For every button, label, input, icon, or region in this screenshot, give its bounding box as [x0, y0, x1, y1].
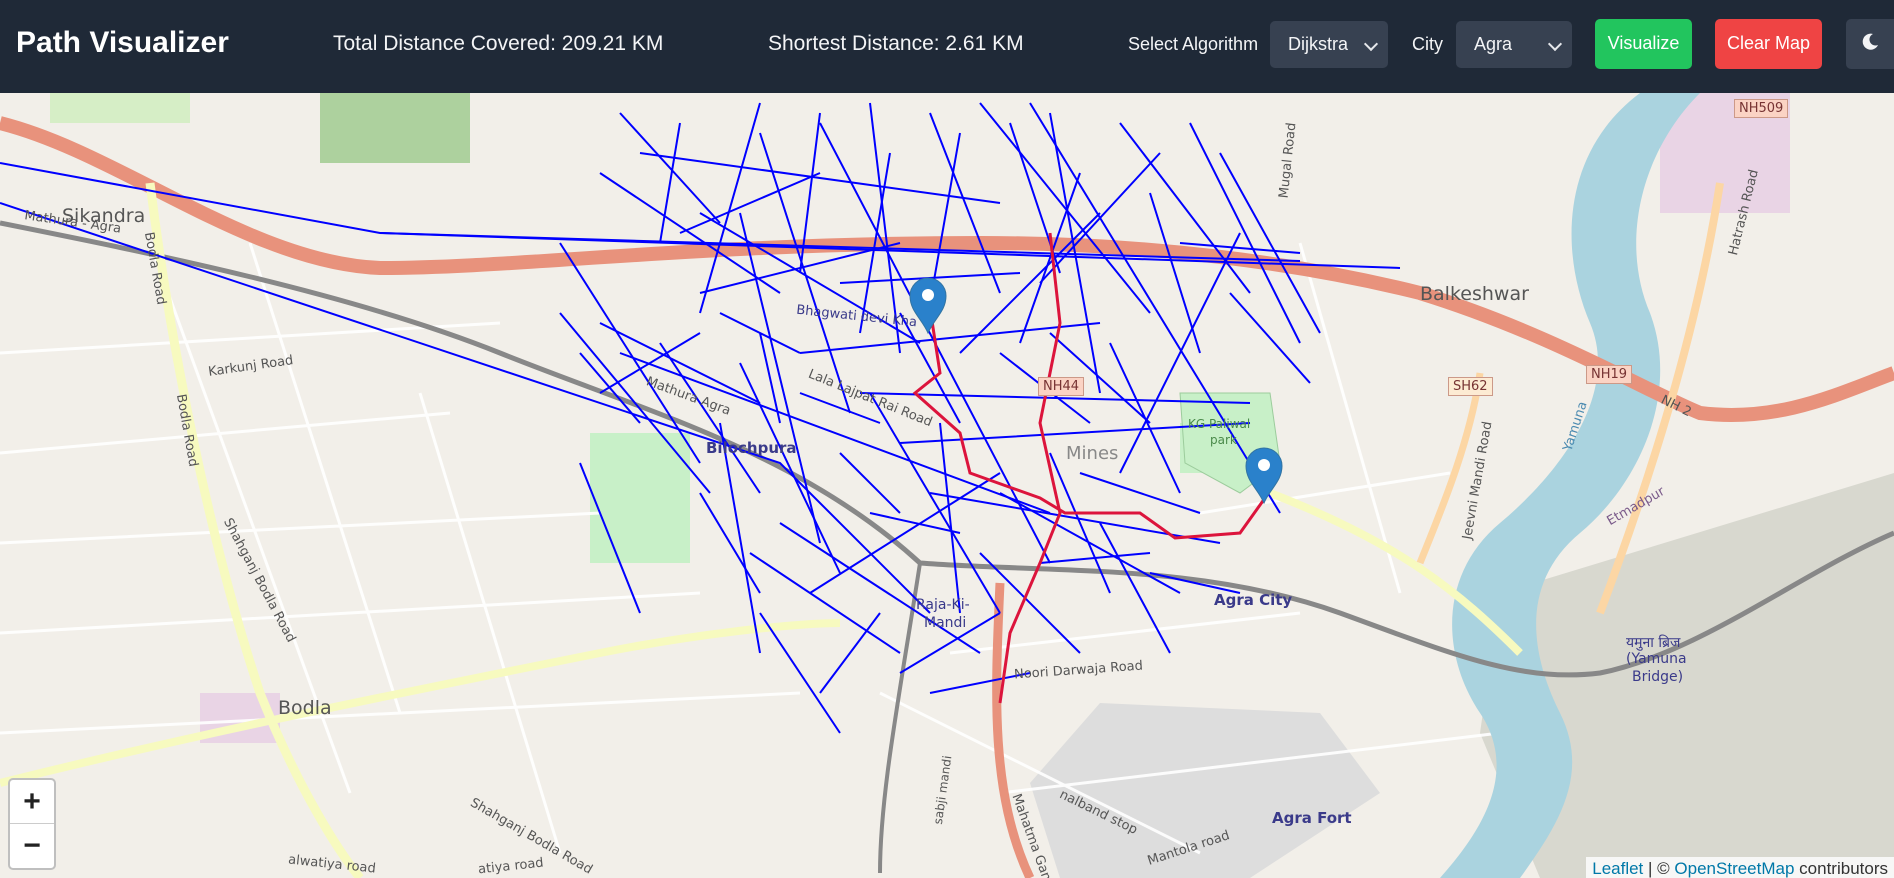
road-shield: SH62: [1448, 377, 1493, 396]
map-canvas[interactable]: Sikandra Mathura - Agra Bodla Road Karku…: [0, 93, 1894, 878]
road-shield: NH44: [1038, 377, 1085, 396]
attribution-sep: | ©: [1648, 859, 1670, 878]
total-distance: Total Distance Covered: 209.21 KM: [333, 32, 664, 55]
map-label: Raja-Ki-: [916, 597, 970, 613]
visualize-button[interactable]: Visualize: [1595, 19, 1692, 69]
map-label: Mines: [1066, 443, 1119, 464]
algorithm-select[interactable]: Dijkstra: [1270, 21, 1388, 68]
forest-patch: [320, 93, 470, 163]
leaflet-link[interactable]: Leaflet: [1592, 859, 1643, 878]
map-label: Bilochpura: [706, 439, 797, 457]
city-label: City: [1412, 34, 1443, 54]
algorithm-value: Dijkstra: [1288, 34, 1349, 54]
app-title: Path Visualizer: [16, 26, 229, 59]
map-attribution: Leaflet | © OpenStreetMap contributors: [1586, 857, 1894, 878]
park-patch: [50, 93, 190, 123]
chevron-down-icon: [1363, 36, 1379, 52]
attribution-contrib: contributors: [1799, 859, 1888, 878]
urban-area: [1030, 703, 1380, 878]
road-shield: NH509: [1734, 99, 1789, 118]
theme-toggle-button[interactable]: [1846, 19, 1894, 69]
top-navbar: Path Visualizer Total Distance Covered: …: [0, 0, 1894, 93]
osm-link[interactable]: OpenStreetMap: [1674, 859, 1794, 878]
map-label: Balkeshwar: [1420, 283, 1529, 305]
map-label: (Yamuna: [1626, 651, 1687, 667]
yellow-road: [0, 619, 841, 787]
zoom-out-button[interactable]: −: [10, 824, 54, 868]
algorithm-label: Select Algorithm: [1128, 34, 1259, 54]
city-select[interactable]: Agra: [1456, 21, 1572, 68]
map-label: Bridge): [1632, 669, 1684, 685]
map-label: park: [1210, 433, 1237, 447]
shortest-distance: Shortest Distance: 2.61 KM: [768, 32, 1024, 55]
map-label: Agra City: [1214, 591, 1293, 609]
zoom-control: + −: [8, 778, 56, 870]
chevron-down-icon: [1547, 36, 1563, 52]
map-label: KG Paliwal: [1188, 417, 1251, 431]
map-label: Agra Fort: [1272, 809, 1352, 827]
city-value: Agra: [1474, 34, 1513, 54]
map-label: यमुना ब्रिज: [1626, 635, 1681, 651]
zoom-in-button[interactable]: +: [10, 780, 54, 824]
map-label: Mandi: [924, 615, 967, 631]
road-shield: NH19: [1586, 365, 1633, 384]
moon-icon: [1862, 33, 1878, 50]
clear-map-button[interactable]: Clear Map: [1715, 19, 1822, 69]
map-label: Bodla: [278, 697, 332, 719]
